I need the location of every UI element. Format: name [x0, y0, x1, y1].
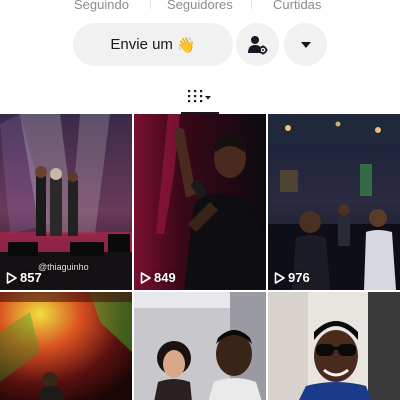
view-count: 857 — [6, 270, 42, 285]
content-tabs — [0, 80, 400, 114]
caret-down-icon — [300, 41, 311, 48]
message-button-label: Envie um — [110, 36, 173, 53]
wave-emoji: 👋 — [176, 36, 196, 54]
view-count-value: 849 — [154, 270, 176, 285]
message-button[interactable]: Envie um 👋 — [73, 23, 233, 66]
add-friend-button[interactable] — [236, 23, 279, 66]
video-thumbnail[interactable]: 849 — [134, 114, 266, 290]
profile-actions: Envie um 👋 — [0, 23, 400, 67]
stage-lights-image — [0, 292, 132, 400]
couple-portrait-image — [134, 292, 266, 400]
video-thumbnail[interactable] — [0, 292, 132, 400]
view-count-value: 857 — [20, 270, 42, 285]
play-icon — [6, 271, 17, 284]
stat-divider — [150, 0, 151, 9]
stat-divider — [251, 0, 252, 9]
view-count: 849 — [140, 270, 176, 285]
play-icon — [274, 271, 285, 284]
video-grid: @thiaguinho 857 849 976 — [0, 114, 400, 400]
view-count: 976 — [274, 270, 310, 285]
play-icon — [140, 271, 151, 284]
event-audience-image — [268, 114, 400, 290]
video-thumbnail[interactable] — [268, 292, 400, 400]
creator-watermark: @thiaguinho — [38, 262, 89, 272]
view-count-value: 976 — [288, 270, 310, 285]
video-thumbnail[interactable]: 976 — [268, 114, 400, 290]
singer-image — [134, 114, 266, 290]
video-thumbnail[interactable] — [134, 292, 266, 400]
video-thumbnail[interactable]: @thiaguinho 857 — [0, 114, 132, 290]
likes-label: Curtidas — [273, 0, 322, 12]
tab-videos[interactable] — [179, 80, 219, 114]
following-label[interactable]: Seguindo — [74, 0, 129, 12]
profile-stats: Seguindo Seguidores Curtidas — [0, 0, 400, 14]
followers-label[interactable]: Seguidores — [167, 0, 233, 12]
person-settings-icon — [247, 35, 267, 54]
sunglasses-man-image — [268, 292, 400, 400]
grid-filter-icon — [188, 90, 211, 103]
more-options-button[interactable] — [284, 23, 327, 66]
